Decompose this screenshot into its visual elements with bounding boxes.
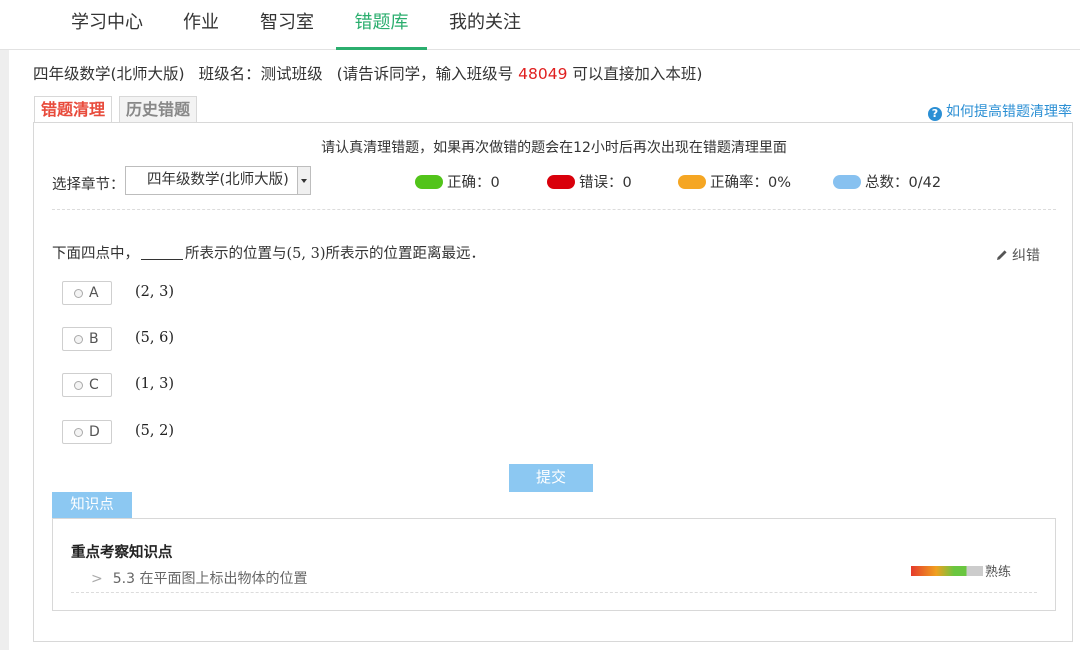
question-text: 下面四点中， 所表示的位置与(5, 3)所表示的位置距离最远． (52, 242, 485, 263)
orange-pill-icon (678, 175, 706, 189)
class-hint-suffix: 可以直接加入本班) (572, 65, 703, 83)
chapter-label: 选择章节： (52, 177, 125, 193)
help-link-label: 如何提高错题清理率 (946, 104, 1072, 120)
stat-wrong: 错误：0 (547, 171, 632, 192)
option-letter: C (89, 377, 99, 393)
knowledge-item[interactable]: >5.3 在平面图上标出物体的位置 (91, 568, 307, 588)
subtab-history-mistakes[interactable]: 历史错题 (119, 96, 198, 123)
stat-accuracy: 正确率：0% (678, 171, 791, 192)
answer-blank (141, 259, 183, 260)
divider (52, 209, 1056, 210)
tab-my-follows[interactable]: 我的关注 (448, 0, 522, 50)
knowledge-divider (71, 592, 1037, 593)
stat-total: 总数：0/42 (833, 171, 941, 192)
option-a[interactable]: A (62, 281, 112, 305)
left-gutter (0, 50, 9, 650)
tab-study-room[interactable]: 智习室 (259, 0, 315, 50)
option-d[interactable]: D (62, 420, 112, 444)
stat-correct: 正确：0 (415, 171, 500, 192)
class-info: 四年级数学(北师大版) 班级名：测试班级 (请告诉同学，输入班级号 48049 可以… (33, 62, 702, 84)
stat-accuracy-label: 正确率：0% (710, 175, 792, 191)
radio-icon[interactable] (74, 381, 83, 390)
submit-button[interactable]: 提交 (509, 464, 593, 492)
option-letter: A (89, 285, 99, 301)
subtab-mistake-cleanup[interactable]: 错题清理 (34, 96, 113, 123)
notice-text: 请认真清理错题，如果再次做错的题会在12小时后再次出现在错题清理里面 (321, 140, 787, 156)
question-middle: 所表示的位置与 (185, 246, 287, 262)
stat-wrong-label: 错误：0 (579, 175, 632, 191)
option-b[interactable]: B (62, 327, 112, 351)
tab-study-center[interactable]: 学习中心 (70, 0, 144, 50)
radio-icon[interactable] (74, 335, 83, 344)
option-letter: B (89, 331, 99, 347)
report-error-label: 纠错 (1012, 248, 1040, 264)
mastery-indicator: 熟练 (911, 561, 1011, 580)
chapter-select[interactable]: 四年级数学(北师大版) (125, 166, 311, 195)
knowledge-box: 重点考察知识点 >5.3 在平面图上标出物体的位置 熟练 (52, 518, 1056, 611)
question-suffix: 所表示的位置距离最远． (325, 246, 485, 262)
stat-correct-label: 正确：0 (447, 175, 500, 191)
option-c[interactable]: C (62, 373, 112, 397)
option-d-value: (5, 2) (135, 423, 174, 439)
tab-mistake-bank[interactable]: 错题库 (336, 0, 427, 50)
option-c-value: (1, 3) (135, 376, 174, 392)
class-hint-prefix: (请告诉同学，输入班级号 (336, 65, 514, 83)
chevron-right-icon: > (91, 571, 103, 587)
question-prefix: 下面四点中， (52, 246, 139, 262)
class-code: 48049 (518, 65, 568, 83)
stat-total-label: 总数：0/42 (865, 175, 942, 191)
question-point: (5, 3) (286, 246, 326, 262)
main-panel: 请认真清理错题，如果再次做错的题会在12小时后再次出现在错题清理里面 选择章节：… (33, 122, 1073, 642)
pencil-icon (996, 250, 1007, 260)
blue-pill-icon (833, 175, 861, 189)
report-error-button[interactable]: 纠错 (996, 245, 1040, 265)
course-name: 四年级数学(北师大版) (33, 65, 185, 83)
option-a-value: (2, 3) (135, 284, 174, 300)
class-name: 班级名：测试班级 (198, 65, 323, 83)
knowledge-item-label: 5.3 在平面图上标出物体的位置 (112, 571, 308, 587)
chapter-selected-value: 四年级数学(北师大版) (147, 172, 289, 188)
mastery-bar (911, 566, 983, 576)
tab-homework[interactable]: 作业 (182, 0, 220, 50)
help-link[interactable]: ? 如何提高错题清理率 (928, 101, 1072, 121)
radio-icon[interactable] (74, 289, 83, 298)
red-pill-icon (547, 175, 575, 189)
option-letter: D (89, 424, 100, 440)
top-nav: 学习中心 作业 智习室 错题库 我的关注 (0, 0, 1080, 50)
question-circle-icon: ? (928, 107, 942, 121)
dropdown-arrow-icon[interactable] (297, 167, 310, 194)
option-b-value: (5, 6) (135, 330, 174, 346)
green-pill-icon (415, 175, 443, 189)
mastery-label: 熟练 (985, 565, 1012, 580)
knowledge-title: 重点考察知识点 (71, 545, 173, 561)
radio-icon[interactable] (74, 428, 83, 437)
knowledge-tab[interactable]: 知识点 (52, 492, 132, 519)
